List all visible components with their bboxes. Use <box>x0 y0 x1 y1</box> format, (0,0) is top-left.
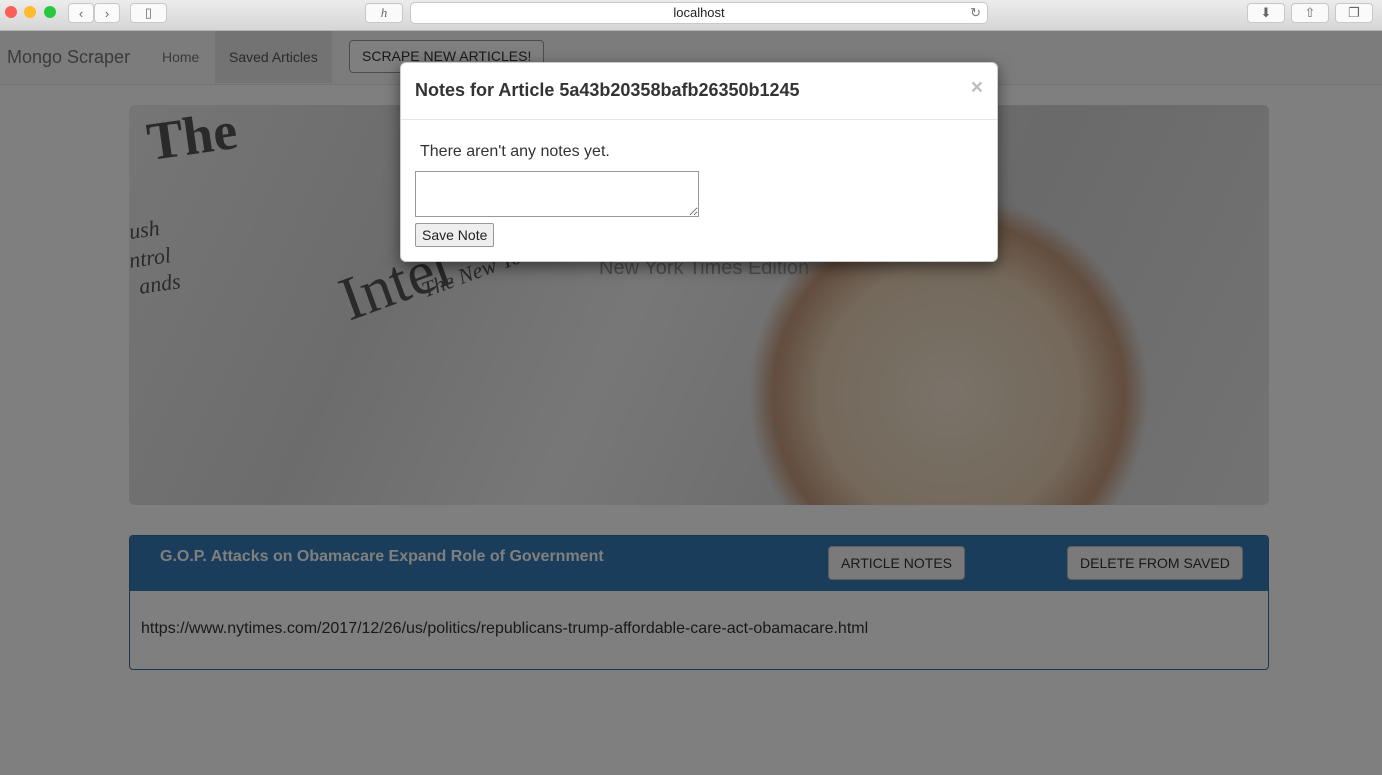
save-note-button[interactable]: Save Note <box>415 223 495 247</box>
page: Mongo Scraper Home Saved Articles SCRAPE… <box>0 31 1382 775</box>
notes-modal: Notes for Article 5a43b20358bafb26350b12… <box>400 62 998 262</box>
zoom-window-button[interactable] <box>44 6 56 18</box>
modal-title: Notes for Article 5a43b20358bafb26350b12… <box>415 80 800 100</box>
chevron-left-icon[interactable]: ‹ <box>68 3 94 23</box>
h-icon[interactable]: h <box>365 3 403 23</box>
address-bar[interactable]: localhost ↻ <box>410 2 988 24</box>
tabs-icon[interactable]: ❐ <box>1335 3 1373 23</box>
url-text: localhost <box>673 5 725 20</box>
close-window-button[interactable] <box>5 6 17 18</box>
reload-icon[interactable]: ↻ <box>970 3 981 23</box>
share-icon[interactable]: ⇧ <box>1291 3 1329 23</box>
notes-empty-message: There aren't any notes yet. <box>420 143 610 160</box>
note-textarea[interactable] <box>415 171 699 217</box>
minimize-window-button[interactable] <box>24 6 36 18</box>
modal-header: Notes for Article 5a43b20358bafb26350b12… <box>401 63 997 120</box>
chevron-right-icon[interactable]: › <box>94 3 120 23</box>
close-icon[interactable]: × <box>971 76 983 100</box>
download-icon[interactable]: ⬇ <box>1247 3 1285 23</box>
sidebar-icon[interactable]: ▯ <box>130 3 167 23</box>
browser-toolbar: ‹ › ▯ h localhost ↻ ⬇ ⇧ ❐ <box>0 0 1382 31</box>
